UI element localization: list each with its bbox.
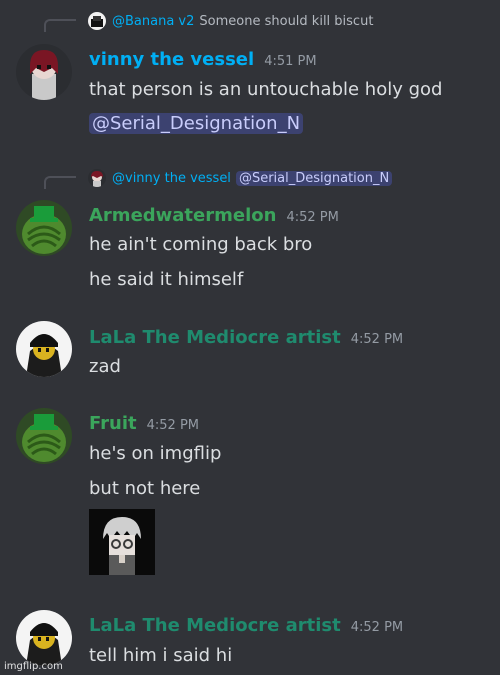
timestamp: 4:52 PM xyxy=(146,418,200,433)
timestamp: 4:52 PM xyxy=(350,620,404,635)
username[interactable]: LaLa The Mediocre artist xyxy=(89,615,341,636)
username[interactable]: vinny the vessel xyxy=(89,49,254,70)
message-text: tell him i said hi xyxy=(89,645,233,666)
message-line: @Serial_Designation_N xyxy=(89,113,304,134)
reply-avatar xyxy=(88,12,106,30)
message-text: he ain't coming back bro xyxy=(89,234,313,255)
reply-preview[interactable]: @Banana v2 Someone should kill biscut xyxy=(88,12,373,30)
reply-author[interactable]: @Banana v2 xyxy=(112,14,194,29)
avatar[interactable] xyxy=(16,408,72,464)
timestamp: 4:52 PM xyxy=(286,210,339,225)
user-mention[interactable]: @Serial_Designation_N xyxy=(89,113,304,134)
reply-text: Someone should kill biscut xyxy=(199,13,374,29)
message-header: Fruit 4:52 PM xyxy=(89,413,199,434)
avatar[interactable] xyxy=(16,200,72,256)
username[interactable]: LaLa The Mediocre artist xyxy=(89,327,341,348)
reply-avatar xyxy=(88,169,106,187)
message-text: he said it himself xyxy=(89,269,244,290)
timestamp: 4:51 PM xyxy=(264,54,317,69)
reply-connector xyxy=(44,19,76,32)
avatar[interactable] xyxy=(16,610,72,666)
message-header: vinny the vessel 4:51 PM xyxy=(89,49,317,70)
watermark: imgflip.com xyxy=(4,661,63,672)
message-text: he's on imgflip xyxy=(89,443,222,464)
username[interactable]: Fruit xyxy=(89,413,137,434)
message-text: that person is an untouchable holy god xyxy=(89,79,443,100)
reply-preview[interactable]: @vinny the vessel @Serial_Designation_N xyxy=(88,169,393,187)
message-header: LaLa The Mediocre artist 4:52 PM xyxy=(89,615,403,636)
avatar[interactable] xyxy=(16,321,72,377)
reply-connector xyxy=(44,176,76,189)
message-text: zad xyxy=(89,356,121,377)
username[interactable]: Armedwatermelon xyxy=(89,205,276,226)
timestamp: 4:52 PM xyxy=(350,332,404,347)
message-text: but not here xyxy=(89,478,201,499)
image-attachment[interactable] xyxy=(89,509,155,575)
reply-author[interactable]: @vinny the vessel xyxy=(112,171,231,186)
user-mention[interactable]: @Serial_Designation_N xyxy=(235,170,393,186)
avatar[interactable] xyxy=(16,44,72,100)
message-header: Armedwatermelon 4:52 PM xyxy=(89,205,339,226)
message-header: LaLa The Mediocre artist 4:52 PM xyxy=(89,327,403,348)
